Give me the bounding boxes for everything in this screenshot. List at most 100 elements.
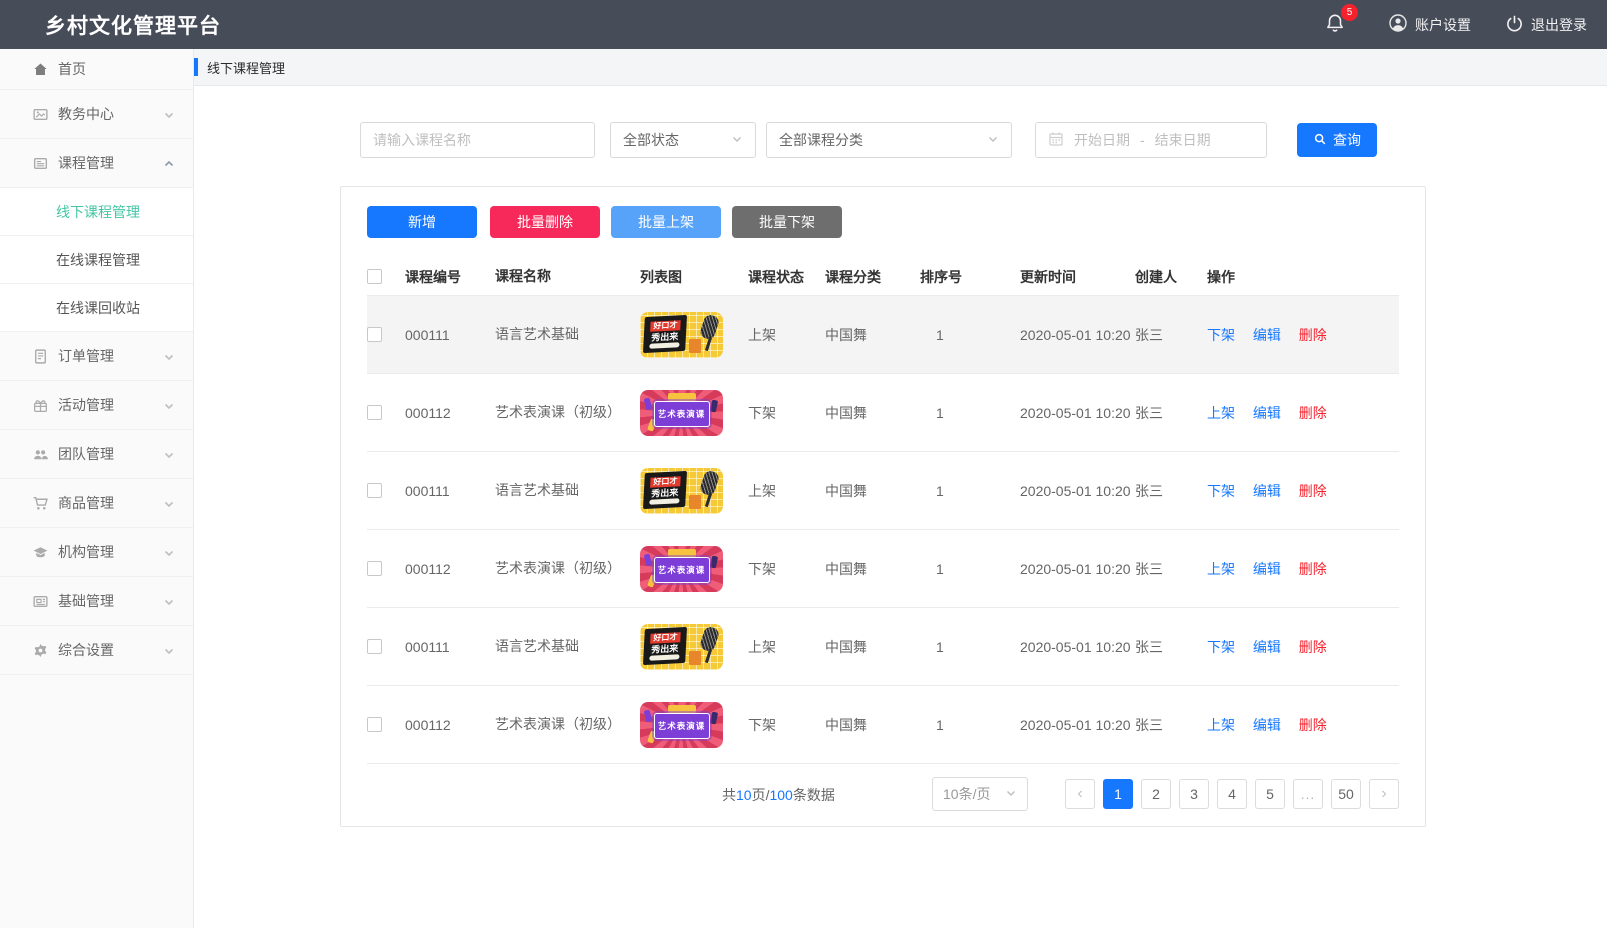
notification-badge: 5	[1341, 4, 1358, 21]
account-settings-button[interactable]: 账户设置	[1388, 13, 1471, 36]
power-icon	[1505, 14, 1524, 36]
course-status: 下架	[748, 403, 825, 423]
page-size-select[interactable]: 10条/页	[932, 777, 1028, 811]
users-icon	[32, 446, 49, 463]
thumb-text: 艺术表演课	[654, 713, 710, 739]
batch-offline-button[interactable]: 批量下架	[732, 206, 842, 238]
status-select[interactable]: 全部状态	[610, 122, 756, 158]
sidebar-item-product-management[interactable]: 商品管理	[0, 479, 193, 528]
board-icon	[32, 106, 49, 123]
course-sort: 1	[920, 327, 1020, 343]
edit-link[interactable]: 编辑	[1253, 561, 1281, 577]
prev-page-button[interactable]: ‹	[1065, 779, 1095, 809]
sidebar-subitem-online-recycle-bin[interactable]: 在线课回收站	[0, 284, 193, 332]
course-creator: 张三	[1135, 325, 1207, 345]
sidebar-item-institution-management[interactable]: 机构管理	[0, 528, 193, 577]
sidebar-item-basic-management[interactable]: 基础管理	[0, 577, 193, 626]
row-checkbox[interactable]	[367, 405, 382, 420]
mic-thumbnail-art: 好口才秀出来	[640, 624, 723, 670]
ellipsis-page-button[interactable]: ...	[1293, 779, 1323, 809]
toggle-status-link[interactable]: 上架	[1207, 405, 1235, 421]
batch-delete-button[interactable]: 批量删除	[490, 206, 600, 238]
sidebar-subitem-label: 在线课程管理	[56, 250, 140, 270]
course-updated: 2020-05-01 10:20	[1020, 483, 1135, 499]
toggle-status-link[interactable]: 下架	[1207, 639, 1235, 655]
page-button[interactable]: 2	[1141, 779, 1171, 809]
delete-link[interactable]: 删除	[1299, 327, 1327, 343]
course-name: 艺术表演课（初级）	[495, 402, 640, 423]
edit-link[interactable]: 编辑	[1253, 483, 1281, 499]
batch-online-button[interactable]: 批量上架	[611, 206, 721, 238]
course-updated: 2020-05-01 10:20	[1020, 717, 1135, 733]
table-row: 000112 艺术表演课（初级） 好口才秀出来 艺术表演课	[367, 686, 1399, 764]
select-all-checkbox[interactable]	[367, 269, 382, 284]
sidebar-item-label: 综合设置	[58, 640, 114, 660]
query-button[interactable]: 查询	[1297, 123, 1377, 157]
breadcrumb-tab[interactable]: 线下课程管理	[194, 49, 315, 85]
page-button[interactable]: 3	[1179, 779, 1209, 809]
row-checkbox[interactable]	[367, 639, 382, 654]
chevron-down-icon	[731, 132, 743, 148]
edit-link[interactable]: 编辑	[1253, 405, 1281, 421]
sidebar-item-label: 团队管理	[58, 444, 114, 464]
chevron-down-icon	[163, 108, 175, 120]
table-row: 000112 艺术表演课（初级） 好口才秀出来 艺术表演课	[367, 530, 1399, 608]
sidebar-subitem-label: 线下课程管理	[56, 202, 140, 222]
mic-thumbnail-art: 好口才秀出来	[640, 468, 723, 514]
edit-link[interactable]: 编辑	[1253, 639, 1281, 655]
sidebar-subitem-offline-courses[interactable]: 线下课程管理	[0, 188, 193, 236]
toggle-status-link[interactable]: 下架	[1207, 327, 1235, 343]
home-icon	[32, 61, 49, 78]
delete-link[interactable]: 删除	[1299, 405, 1327, 421]
page-button[interactable]: 4	[1217, 779, 1247, 809]
add-button[interactable]: 新增	[367, 206, 477, 238]
course-no: 000112	[405, 561, 495, 577]
top-header: 乡村文化管理平台 5 账户设置 退出登录	[0, 0, 1607, 49]
sidebar-item-academic-center[interactable]: 教务中心	[0, 90, 193, 139]
sidebar-item-home[interactable]: 首页	[0, 49, 193, 90]
category-select[interactable]: 全部课程分类	[766, 122, 1012, 158]
sidebar-item-order-management[interactable]: 订单管理	[0, 332, 193, 381]
chevron-down-icon	[163, 546, 175, 558]
toggle-status-link[interactable]: 上架	[1207, 561, 1235, 577]
logout-button[interactable]: 退出登录	[1505, 14, 1587, 36]
row-checkbox[interactable]	[367, 483, 382, 498]
page-button[interactable]: 5	[1255, 779, 1285, 809]
edit-link[interactable]: 编辑	[1253, 717, 1281, 733]
sidebar-subitem-online-courses[interactable]: 在线课程管理	[0, 236, 193, 284]
course-sort: 1	[920, 717, 1020, 733]
next-page-button[interactable]: ›	[1369, 779, 1399, 809]
course-sort: 1	[920, 639, 1020, 655]
row-checkbox[interactable]	[367, 327, 382, 342]
course-name: 艺术表演课（初级）	[495, 714, 640, 735]
course-sort: 1	[920, 483, 1020, 499]
edit-link[interactable]: 编辑	[1253, 327, 1281, 343]
sidebar-item-label: 机构管理	[58, 542, 114, 562]
chevron-down-icon	[163, 448, 175, 460]
thumb-text: 秀出来	[651, 642, 679, 653]
course-thumbnail: 好口才秀出来 艺术表演课	[640, 546, 723, 592]
thumb-text: 好口才	[650, 319, 681, 331]
delete-link[interactable]: 删除	[1299, 639, 1327, 655]
toggle-status-link[interactable]: 下架	[1207, 483, 1235, 499]
row-checkbox[interactable]	[367, 717, 382, 732]
chevron-down-icon	[163, 399, 175, 411]
sidebar-item-team-management[interactable]: 团队管理	[0, 430, 193, 479]
category-select-value: 全部课程分类	[779, 130, 863, 150]
gear-icon	[32, 642, 49, 659]
date-range-picker[interactable]: 开始日期 - 结束日期	[1035, 122, 1267, 158]
page-button[interactable]: 1	[1103, 779, 1133, 809]
row-checkbox[interactable]	[367, 561, 382, 576]
delete-link[interactable]: 删除	[1299, 561, 1327, 577]
sidebar-item-general-settings[interactable]: 综合设置	[0, 626, 193, 675]
delete-link[interactable]: 删除	[1299, 717, 1327, 733]
course-name-search-input[interactable]	[360, 122, 595, 158]
page-button[interactable]: 50	[1331, 779, 1361, 809]
sidebar-item-activity-management[interactable]: 活动管理	[0, 381, 193, 430]
toggle-status-link[interactable]: 上架	[1207, 717, 1235, 733]
delete-link[interactable]: 删除	[1299, 483, 1327, 499]
course-name: 语言艺术基础	[495, 324, 640, 345]
sidebar-item-course-management[interactable]: 课程管理	[0, 139, 193, 188]
course-no: 000111	[405, 483, 495, 499]
notifications-button[interactable]: 5	[1324, 12, 1354, 37]
